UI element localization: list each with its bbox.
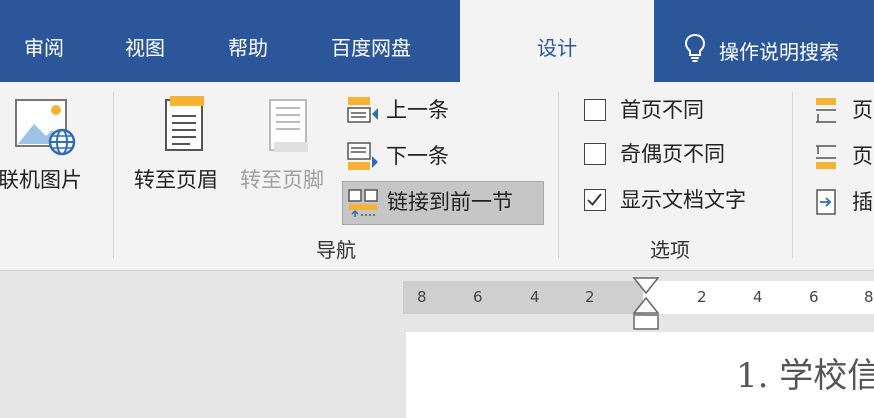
insert-alignment-tab-button[interactable]: 插 bbox=[814, 188, 874, 218]
tab-help-label: 帮助 bbox=[228, 36, 268, 60]
show-document-text-checkbox[interactable]: 显示文档文字 bbox=[584, 187, 774, 215]
tell-me-label: 操作说明搜索 bbox=[719, 40, 839, 64]
header-from-top-label: 页 bbox=[852, 98, 873, 122]
tab-view[interactable]: 视图 bbox=[125, 0, 165, 82]
different-first-page-checkbox[interactable]: 首页不同 bbox=[584, 97, 744, 125]
link-to-previous-icon bbox=[347, 188, 381, 223]
ruler-tick: 6 bbox=[473, 288, 483, 306]
group-divider bbox=[792, 92, 793, 258]
group-divider bbox=[558, 92, 559, 258]
tab-design[interactable]: 设计 bbox=[460, 0, 654, 82]
tab-baidu-label: 百度网盘 bbox=[331, 36, 411, 60]
ribbon-tab-bar: 审阅 视图 帮助 百度网盘 设计 操作说明搜索 bbox=[0, 0, 874, 82]
online-pictures-label[interactable]: 联机图片 bbox=[0, 164, 82, 194]
ruler-margin bbox=[403, 281, 643, 314]
document-heading-text[interactable]: 1. 学校信 bbox=[736, 348, 874, 397]
online-pictures-icon[interactable] bbox=[12, 96, 78, 158]
tab-review-label: 审阅 bbox=[24, 36, 64, 60]
different-odd-even-label: 奇偶页不同 bbox=[620, 142, 725, 166]
insert-alignment-tab-icon bbox=[814, 188, 840, 223]
link-to-previous-button[interactable]: 链接到前一节 bbox=[342, 181, 544, 225]
ribbon-panel: 联机图片 转至页眉 转至页脚 上一条 下一条 链接到前一节 导航 首页不同 奇偶… bbox=[0, 82, 874, 271]
goto-header-icon[interactable] bbox=[160, 94, 210, 158]
different-first-page-label: 首页不同 bbox=[620, 98, 704, 122]
insert-alignment-tab-label: 插 bbox=[852, 190, 873, 214]
tab-help[interactable]: 帮助 bbox=[228, 0, 268, 82]
next-label: 下一条 bbox=[386, 144, 449, 168]
tab-baidu-netdisk[interactable]: 百度网盘 bbox=[331, 0, 411, 82]
checkbox-box bbox=[584, 189, 606, 211]
ruler-tick: 8 bbox=[417, 288, 427, 306]
header-position-icon bbox=[814, 96, 840, 131]
group-divider bbox=[113, 92, 114, 258]
tab-view-label: 视图 bbox=[125, 36, 165, 60]
lightbulb-icon bbox=[683, 33, 707, 68]
tab-review[interactable]: 审阅 bbox=[24, 0, 64, 82]
indent-marker-icon[interactable] bbox=[632, 277, 660, 331]
ruler-tick: 2 bbox=[585, 288, 595, 306]
checkbox-box bbox=[584, 99, 606, 121]
navigation-group-label: 导航 bbox=[316, 238, 356, 262]
header-from-top-button[interactable]: 页 bbox=[814, 96, 874, 126]
previous-button[interactable]: 上一条 bbox=[346, 96, 476, 126]
previous-section-icon bbox=[346, 96, 380, 131]
next-section-icon bbox=[346, 142, 380, 177]
ruler-tick: 2 bbox=[697, 288, 707, 306]
footer-position-icon bbox=[814, 142, 840, 177]
previous-label: 上一条 bbox=[386, 98, 449, 122]
checkbox-box bbox=[584, 143, 606, 165]
goto-footer-icon[interactable] bbox=[264, 94, 314, 158]
goto-header-label[interactable]: 转至页眉 bbox=[134, 164, 218, 194]
document-page[interactable]: 1. 学校信 bbox=[406, 332, 874, 418]
next-button[interactable]: 下一条 bbox=[346, 142, 476, 172]
tab-design-label: 设计 bbox=[537, 36, 577, 60]
options-group-label: 选项 bbox=[650, 238, 690, 262]
different-odd-even-checkbox[interactable]: 奇偶页不同 bbox=[584, 141, 754, 169]
tell-me-search[interactable]: 操作说明搜索 bbox=[683, 33, 839, 68]
ruler-tick: 8 bbox=[864, 288, 874, 306]
ruler-tick: 4 bbox=[753, 288, 763, 306]
show-document-text-label: 显示文档文字 bbox=[620, 188, 746, 212]
link-to-previous-label: 链接到前一节 bbox=[387, 190, 513, 214]
ruler-tick: 6 bbox=[809, 288, 819, 306]
ruler-tick: 4 bbox=[530, 288, 540, 306]
footer-from-bottom-label: 页 bbox=[852, 144, 873, 168]
goto-footer-label[interactable]: 转至页脚 bbox=[240, 164, 324, 194]
footer-from-bottom-button[interactable]: 页 bbox=[814, 142, 874, 172]
checkmark-icon bbox=[587, 193, 602, 206]
